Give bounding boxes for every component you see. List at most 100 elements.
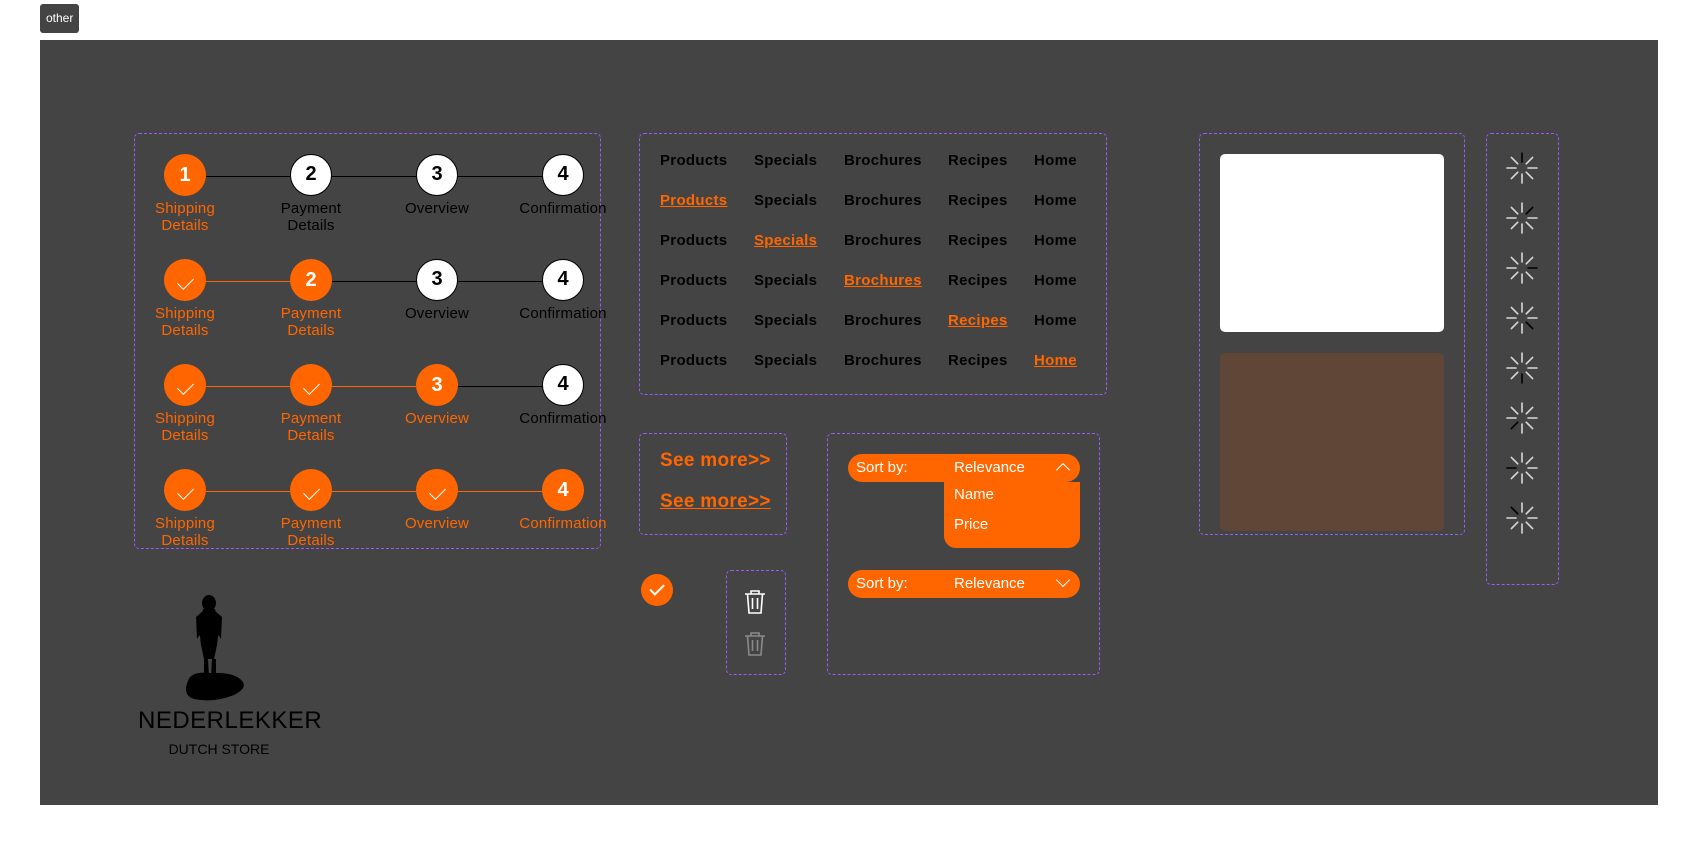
step-item[interactable]: 2 Payment Details <box>248 154 374 234</box>
nav-item-specials[interactable]: Specials <box>754 272 817 289</box>
step-item[interactable]: 3 Overview <box>374 154 500 217</box>
nav-item-specials[interactable]: Specials <box>754 312 817 329</box>
step-circle <box>164 259 206 301</box>
check-button[interactable] <box>641 574 673 606</box>
step-circle <box>164 469 206 511</box>
white-card <box>1220 154 1444 332</box>
step-item[interactable]: 2 Payment Details <box>248 259 374 339</box>
check-icon <box>428 483 446 500</box>
nav-item-products[interactable]: Products <box>660 352 727 369</box>
step-label: Confirmation <box>519 410 607 427</box>
dutch-boy-icon <box>186 595 244 701</box>
step-item[interactable]: Overview <box>374 469 500 532</box>
step-label: Shipping Details <box>155 305 215 339</box>
step-label: Overview <box>404 515 470 532</box>
stepper-row: Shipping Details Payment Details Overview 4 Co… <box>135 449 623 549</box>
step-item[interactable]: 3 Overview <box>374 364 500 427</box>
check-icon <box>649 580 665 596</box>
step-circle <box>416 469 458 511</box>
see-more-link[interactable]: See more>> <box>660 450 771 472</box>
sort-dropdown-group: Sort by: Relevance Name Price Sort by: R… <box>827 433 1100 675</box>
nav-item-products[interactable]: Products <box>660 272 727 289</box>
step-label: Confirmation <box>519 200 607 217</box>
nav-item-products[interactable]: Products <box>660 312 727 329</box>
cards-group <box>1199 133 1465 535</box>
sort-value: Relevance <box>954 575 1025 592</box>
stepper-row: 1 Shipping Details 2 Payment Details 3 Overview… <box>135 134 623 234</box>
stepper-row: Shipping Details Payment Details 3 Overview 4 C… <box>135 344 623 444</box>
check-icon <box>176 378 194 395</box>
nav-item-brochures[interactable]: Brochures <box>844 312 922 329</box>
loading-spinner-icon <box>1506 202 1538 234</box>
step-label: Overview <box>404 200 470 217</box>
step-item[interactable]: 4 Confirmation <box>500 154 626 217</box>
nav-item-products[interactable]: Products <box>660 232 727 249</box>
step-label: Shipping Details <box>155 410 215 444</box>
step-item[interactable]: Shipping Details <box>122 259 248 339</box>
nav-item-home[interactable]: Home <box>1034 232 1077 249</box>
step-item[interactable]: 3 Overview <box>374 259 500 322</box>
step-item[interactable]: 4 Confirmation <box>500 469 626 532</box>
step-label: Overview <box>404 410 470 427</box>
step-item[interactable]: Payment Details <box>248 469 374 549</box>
nav-menu-group: Products Specials Brochures Recipes Home Prod… <box>639 133 1107 395</box>
step-circle <box>164 364 206 406</box>
chevron-down-icon[interactable] <box>1055 572 1071 588</box>
step-item[interactable]: Shipping Details <box>122 364 248 444</box>
nav-item-recipes[interactable]: Recipes <box>948 232 1008 249</box>
nav-item-brochures[interactable]: Brochures <box>844 152 922 169</box>
nav-item-brochures[interactable]: Brochures <box>844 232 922 249</box>
brand-logo: NEDERLEKKER DUTCH STORE <box>138 595 323 770</box>
nav-item-brochures[interactable]: Brochures <box>844 192 922 209</box>
step-item[interactable]: 4 Confirmation <box>500 364 626 427</box>
step-label: Payment Details <box>280 515 342 549</box>
step-item[interactable]: Shipping Details <box>122 469 248 549</box>
step-item[interactable]: 1 Shipping Details <box>122 154 248 234</box>
see-more-link-hover[interactable]: See more>> <box>660 491 771 513</box>
loading-spinner-icon <box>1506 402 1538 434</box>
nav-item-recipes[interactable]: Recipes <box>948 152 1008 169</box>
nav-item-home[interactable]: Home <box>1034 312 1077 329</box>
nav-item-recipes[interactable]: Recipes <box>948 192 1008 209</box>
sort-option-name[interactable]: Name <box>954 486 994 503</box>
nav-item-brochures[interactable]: Brochures <box>844 272 922 289</box>
nav-item-home[interactable]: Home <box>1034 152 1077 169</box>
nav-item-specials[interactable]: Specials <box>754 152 817 169</box>
sort-dropdown-closed[interactable]: Sort by: Relevance <box>848 570 1080 598</box>
nav-item-products[interactable]: Products <box>660 152 727 169</box>
brown-card <box>1220 353 1444 531</box>
step-circle <box>290 469 332 511</box>
brand-name: NEDERLEKKER <box>138 707 323 734</box>
nav-item-specials[interactable]: Specials <box>754 232 817 249</box>
trash-icon[interactable] <box>744 589 766 615</box>
trash-icon-disabled[interactable] <box>744 631 766 657</box>
nav-item-home[interactable]: Home <box>1034 352 1077 369</box>
sort-options-menu: Name Price <box>944 482 1080 548</box>
stepper-group: 1 Shipping Details 2 Payment Details 3 Overview… <box>134 133 607 549</box>
nav-item-recipes[interactable]: Recipes <box>948 352 1008 369</box>
nav-item-recipes[interactable]: Recipes <box>948 312 1008 329</box>
stepper-row: Shipping Details 2 Payment Details 3 Overview 4… <box>135 239 623 339</box>
step-label: Shipping Details <box>155 515 215 549</box>
nav-item-products[interactable]: Products <box>660 192 727 209</box>
step-circle: 3 <box>416 259 458 301</box>
check-icon <box>176 273 194 290</box>
nav-item-specials[interactable]: Specials <box>754 352 817 369</box>
step-item[interactable]: 4 Confirmation <box>500 259 626 322</box>
frame-tag: other <box>40 4 80 33</box>
chevron-up-icon[interactable] <box>1055 462 1071 478</box>
step-item[interactable]: Payment Details <box>248 364 374 444</box>
nav-item-home[interactable]: Home <box>1034 192 1077 209</box>
step-label: Payment Details <box>280 200 342 234</box>
nav-item-home[interactable]: Home <box>1034 272 1077 289</box>
check-icon <box>302 378 320 395</box>
nav-item-brochures[interactable]: Brochures <box>844 352 922 369</box>
sort-option-price[interactable]: Price <box>954 516 988 533</box>
loading-spinner-icon <box>1506 302 1538 334</box>
nav-item-recipes[interactable]: Recipes <box>948 272 1008 289</box>
nav-item-specials[interactable]: Specials <box>754 192 817 209</box>
step-label: Confirmation <box>519 305 607 322</box>
sort-dropdown-open[interactable]: Sort by: Relevance Name Price <box>848 454 1080 548</box>
step-circle: 3 <box>416 364 458 406</box>
see-more-group: See more>> See more>> <box>639 433 787 535</box>
